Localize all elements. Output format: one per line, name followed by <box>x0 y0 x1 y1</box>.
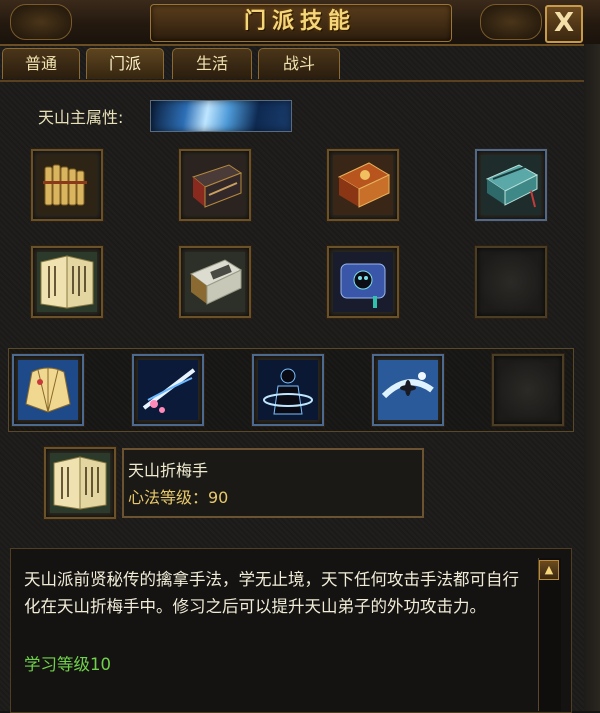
skill-slot-3[interactable] <box>252 354 324 426</box>
skill-name: 天山折梅手 <box>128 461 209 480</box>
skill-slot-2[interactable] <box>132 354 204 426</box>
fan-skill-icon <box>18 360 78 420</box>
tianshan-plum-book-icon <box>37 252 97 312</box>
shadow-whirl-icon <box>258 360 318 420</box>
window-title: 门派技能 <box>243 9 356 34</box>
book-slot-7[interactable] <box>327 246 399 318</box>
book-slot-6[interactable] <box>179 246 251 318</box>
book-slot-8-empty[interactable] <box>475 246 547 318</box>
tab-sect[interactable]: 门派 <box>86 48 164 79</box>
left-ornament <box>10 4 72 40</box>
tab-divider <box>0 80 600 82</box>
attribute-label: 天山主属性: <box>38 108 124 127</box>
skill-description: 天山派前贤秘传的擒拿手法，学无止境，天下任何攻击手法都可自行化在天山折梅手中。修… <box>24 570 519 616</box>
skill-slot-4[interactable] <box>372 354 444 426</box>
tab-normal[interactable]: 普通 <box>2 48 80 79</box>
tab-bar: 普通 门派 生活 战斗 <box>0 48 600 80</box>
skills-window: 门派技能 X 普通 门派 生活 战斗 天山主属性: 天山折梅手 心法等级：90 … <box>0 0 600 713</box>
ice-attribute-icon <box>150 100 292 132</box>
blossom-strike-icon <box>138 360 198 420</box>
book-slot-3[interactable] <box>327 149 399 221</box>
right-ornament <box>480 4 542 40</box>
book-slot-5[interactable] <box>31 246 103 318</box>
tianshan-plum-book-icon <box>50 453 110 513</box>
skill-level: 心法等级：90 <box>128 488 229 507</box>
red-book-icon <box>333 155 393 215</box>
scroll-up-arrow-icon[interactable]: ▲ <box>539 560 559 580</box>
tab-combat[interactable]: 战斗 <box>258 48 340 79</box>
book-slot-1[interactable] <box>31 149 103 221</box>
selected-skill-icon-slot[interactable] <box>44 447 116 519</box>
dark-book-icon <box>185 155 245 215</box>
book-slot-4[interactable] <box>475 149 547 221</box>
ice-flower-icon <box>378 360 438 420</box>
window-right-edge <box>584 44 600 711</box>
tab-life[interactable]: 生活 <box>172 48 252 79</box>
description-scrollbar[interactable] <box>538 558 561 711</box>
skull-scroll-icon <box>333 252 393 312</box>
teal-book-icon <box>481 155 541 215</box>
skill-slot-1[interactable] <box>12 354 84 426</box>
skill-slot-5-empty[interactable] <box>492 354 564 426</box>
bamboo-scroll-icon <box>37 155 97 215</box>
learn-requirement: 学习等级10 <box>24 655 111 674</box>
white-book-icon <box>185 252 245 312</box>
title-bar[interactable]: 门派技能 X <box>0 0 600 46</box>
close-button[interactable]: X <box>545 5 583 43</box>
book-slot-2[interactable] <box>179 149 251 221</box>
